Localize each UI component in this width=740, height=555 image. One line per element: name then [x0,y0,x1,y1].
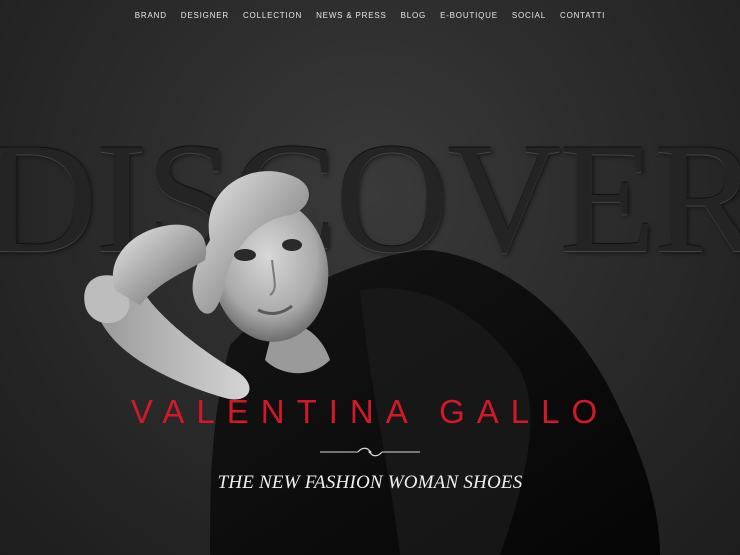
hero-section: BRAND DESIGNER COLLECTION NEWS & PRESS B… [0,0,740,555]
nav-item-social[interactable]: SOCIAL [512,11,546,20]
nav-item-brand[interactable]: BRAND [135,11,167,20]
nav-item-news-press[interactable]: NEWS & PRESS [316,11,387,20]
ornament-divider-icon [320,447,420,457]
nav-item-e-boutique[interactable]: E-BOUTIQUE [440,11,498,20]
nav-item-designer[interactable]: DESIGNER [181,11,229,20]
nav-item-collection[interactable]: COLLECTION [243,11,302,20]
brand-title: VALENTINA GALLO [130,393,610,430]
tagline: THE NEW FASHION WOMAN SHOES [217,472,523,493]
portrait-image [84,171,660,555]
main-nav: BRAND DESIGNER COLLECTION NEWS & PRESS B… [0,0,740,30]
nav-item-contatti[interactable]: CONTATTI [560,11,605,20]
nav-item-blog[interactable]: BLOG [401,11,426,20]
